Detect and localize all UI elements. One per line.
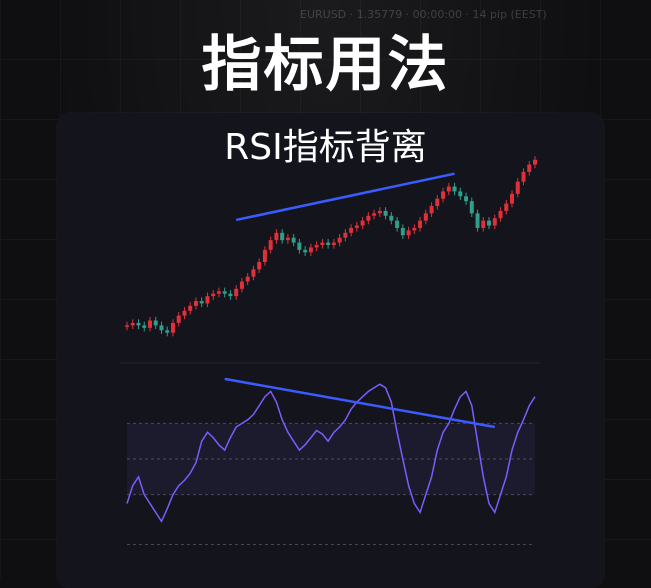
candle-body (452, 186, 457, 192)
candle-body (153, 320, 158, 326)
candle-body (515, 181, 520, 194)
candle-body (188, 305, 193, 311)
candle-body (222, 291, 227, 294)
candle-body (251, 269, 256, 277)
candle-body (245, 276, 250, 282)
rsi-trendline (224, 377, 495, 429)
candle-body (257, 262, 262, 270)
candle-body (303, 249, 308, 253)
candle-body (142, 325, 147, 328)
candle-body (343, 232, 348, 238)
candle-body (165, 330, 170, 333)
candle-body (193, 301, 198, 306)
candle-body (360, 220, 365, 226)
candle-body (469, 201, 474, 214)
candle-body (239, 281, 244, 289)
candle-body (314, 245, 319, 248)
candle-body (389, 215, 394, 221)
candle-body (406, 230, 411, 236)
candle-body (147, 320, 152, 328)
candle-body (446, 186, 451, 192)
candle-body (533, 159, 537, 165)
candle-body (205, 296, 210, 304)
candle-body (435, 198, 440, 207)
candle-body (199, 301, 204, 304)
candle-body (234, 288, 239, 297)
candle-body (481, 220, 486, 228)
candle-body (412, 227, 417, 231)
candle-body (504, 203, 509, 211)
candle-body (211, 293, 216, 297)
candle-body (383, 210, 388, 216)
candle-body (285, 237, 290, 241)
candle-body (475, 213, 480, 228)
candle-body (268, 240, 273, 250)
candle-body (320, 242, 325, 245)
candle-body (458, 191, 463, 197)
candle-body (326, 242, 331, 245)
candle-body (337, 237, 342, 243)
candle-body (377, 210, 382, 214)
candle-body (331, 242, 336, 245)
candle-body (366, 215, 371, 221)
candle-body (170, 322, 175, 333)
candle-body (228, 293, 233, 297)
candle-body (159, 325, 164, 331)
candle-body (354, 225, 359, 228)
candle-body (262, 249, 267, 263)
candle-body (510, 193, 515, 204)
candle-body (441, 191, 446, 199)
candle-body (498, 210, 503, 219)
candle-body (291, 237, 296, 243)
candle-body (297, 242, 302, 250)
candle-body (464, 196, 469, 202)
candle-body (400, 227, 405, 236)
candle-body (182, 310, 187, 316)
candle-body (521, 171, 526, 182)
candle-body (280, 232, 285, 241)
candle-body (274, 232, 279, 241)
candle-body (418, 220, 423, 228)
candle-body (527, 164, 532, 172)
candle-body (492, 218, 497, 226)
candle-body (429, 206, 434, 214)
candle-body (349, 227, 354, 233)
candle-body (487, 220, 492, 226)
candle-body (136, 322, 141, 326)
price-chart (125, 156, 537, 337)
candle-body (423, 213, 428, 221)
candle-body (216, 291, 221, 294)
candle-body (308, 247, 313, 253)
price-trendline (235, 172, 455, 222)
candle-body (176, 315, 181, 323)
candle-body (130, 322, 135, 326)
chart-svg (120, 156, 540, 545)
candle-body (125, 325, 129, 327)
candle-body (395, 220, 400, 228)
rsi-chart (126, 377, 536, 545)
candle-body (372, 213, 377, 216)
